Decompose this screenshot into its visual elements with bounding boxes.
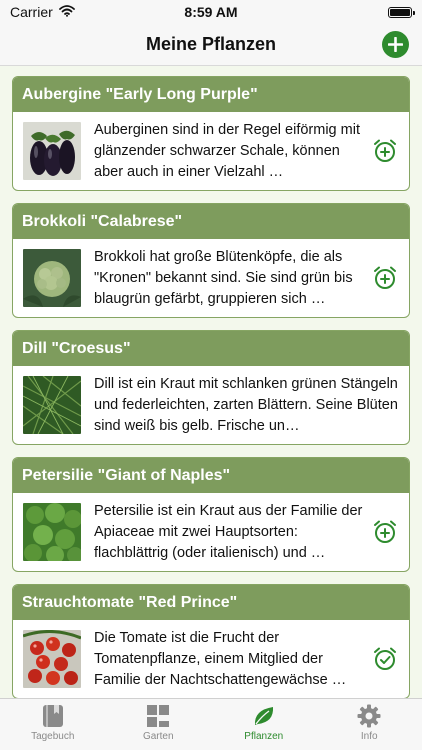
- plant-name: Petersilie "Giant of Naples": [13, 458, 409, 493]
- tab-info[interactable]: Info: [317, 699, 422, 750]
- tab-tagebuch[interactable]: Tagebuch: [0, 699, 106, 750]
- plant-description: Petersilie ist ein Kraut aus der Familie…: [94, 502, 363, 561]
- tab-garten[interactable]: Garten: [106, 699, 212, 750]
- plus-circle-icon: [388, 37, 403, 52]
- alarm-add-icon: [374, 520, 396, 543]
- alarm-add-icon: [374, 266, 396, 289]
- wifi-icon: [58, 4, 75, 20]
- leaf-icon: [254, 707, 273, 725]
- plant-description: Die Tomate ist die Frucht der Tomatenpfl…: [94, 629, 347, 688]
- tab-label: Tagebuch: [31, 731, 75, 742]
- tab-bar: Tagebuch Garten Pflanzen Info: [0, 698, 422, 750]
- reminder-set-button[interactable]: [371, 646, 399, 672]
- eggplant-image: [23, 122, 81, 180]
- plant-name: Dill "Croesus": [13, 331, 409, 366]
- grid-icon: [147, 705, 170, 727]
- book-icon: [42, 705, 63, 727]
- page-title: Meine Pflanzen: [145, 34, 277, 54]
- nav-bar: Meine Pflanzen: [0, 24, 422, 66]
- plant-description: Dill ist ein Kraut mit schlanken grünen …: [94, 375, 398, 434]
- plant-card[interactable]: Dill "Croesus" Dill ist ein Kraut mit sc…: [12, 330, 410, 445]
- plant-description: Auberginen sind in der Regel eiförmig mi…: [94, 121, 360, 180]
- battery-icon: [388, 6, 415, 18]
- parsley-image: [23, 503, 81, 561]
- add-reminder-button[interactable]: [371, 265, 399, 291]
- plant-card[interactable]: Brokkoli "Calabrese" Brokkoli hat große …: [12, 203, 410, 318]
- dill-image: [23, 376, 81, 434]
- plant-card[interactable]: Strauchtomate "Red Prince" Die Tomate is…: [12, 584, 410, 698]
- plant-name: Strauchtomate "Red Prince": [13, 585, 409, 620]
- tab-label: Info: [360, 731, 378, 742]
- plant-card[interactable]: Aubergine "Early Long Purple" Auberginen…: [12, 76, 410, 191]
- alarm-check-icon: [374, 647, 396, 670]
- broccoli-image: [23, 249, 81, 307]
- add-reminder-button[interactable]: [371, 519, 399, 545]
- plant-name: Aubergine "Early Long Purple": [13, 77, 409, 112]
- add-reminder-button[interactable]: [371, 138, 399, 164]
- plant-list[interactable]: Aubergine "Early Long Purple" Auberginen…: [0, 67, 422, 698]
- status-bar: Carrier 8:59 AM: [0, 0, 422, 24]
- alarm-add-icon: [374, 139, 396, 162]
- plant-card[interactable]: Petersilie "Giant of Naples" Petersilie …: [12, 457, 410, 572]
- carrier-label: Carrier: [10, 4, 53, 20]
- tab-label: Garten: [142, 731, 174, 742]
- plant-name: Brokkoli "Calabrese": [13, 204, 409, 239]
- plant-description: Brokkoli hat große Blütenköpfe, die als …: [94, 248, 353, 307]
- tab-pflanzen[interactable]: Pflanzen: [211, 699, 317, 750]
- tab-label: Pflanzen: [244, 731, 284, 742]
- status-left: Carrier: [10, 4, 75, 20]
- gear-icon: [357, 704, 381, 728]
- add-plant-button[interactable]: [382, 31, 409, 58]
- tomato-image: [23, 630, 81, 688]
